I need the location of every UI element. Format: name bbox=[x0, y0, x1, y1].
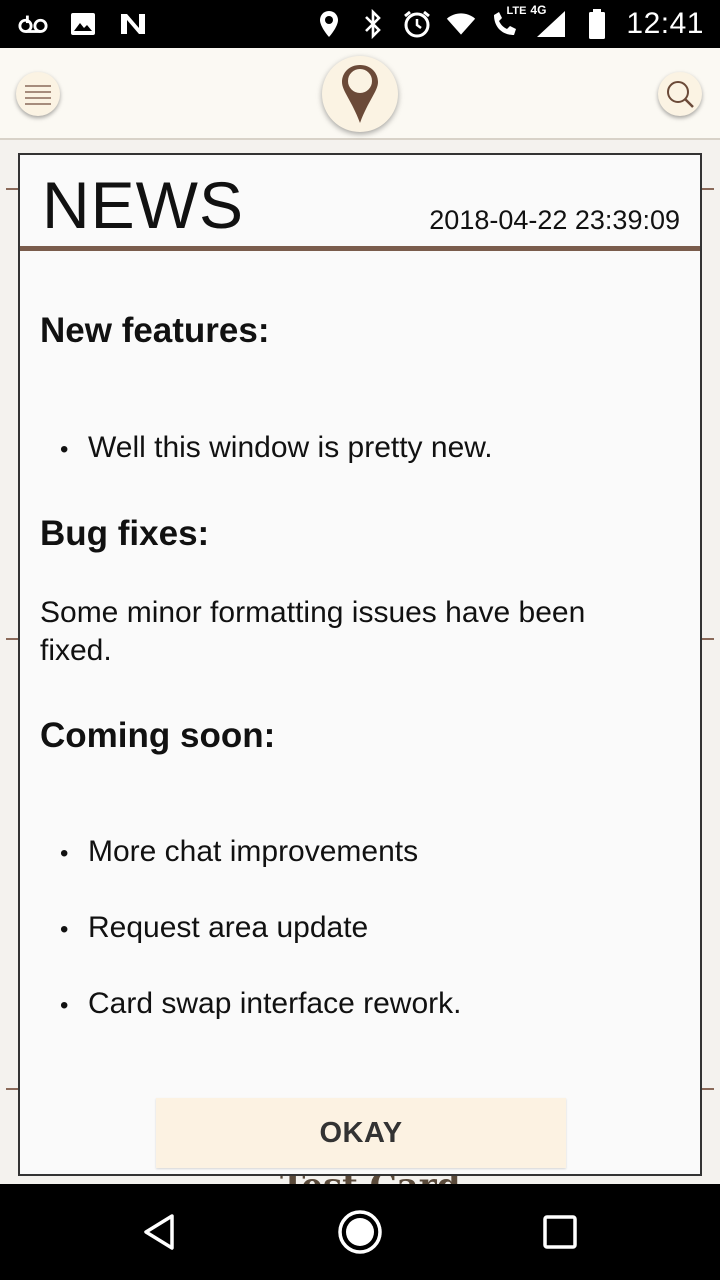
image-icon bbox=[68, 9, 98, 39]
dialog-header: NEWS 2018-04-22 23:39:09 bbox=[20, 155, 700, 251]
section-title-bug-fixes: Bug fixes: bbox=[40, 514, 210, 553]
clock-time: 12:41 bbox=[626, 7, 704, 40]
alarm-icon bbox=[402, 9, 432, 39]
okay-button[interactable]: OKAY bbox=[156, 1098, 566, 1168]
lte-call-icon: LTE bbox=[490, 5, 526, 39]
bug-fixes-text: Some minor formatting issues have been f… bbox=[40, 596, 586, 667]
lte-label: LTE bbox=[506, 5, 527, 17]
bluetooth-icon bbox=[358, 9, 388, 39]
dialog-date: 2018-04-22 23:39:09 bbox=[429, 205, 680, 235]
network-label: 4G bbox=[530, 3, 547, 17]
recents-icon bbox=[543, 1215, 577, 1249]
home-icon bbox=[338, 1210, 382, 1254]
menu-button[interactable] bbox=[16, 72, 60, 116]
logo-button[interactable] bbox=[322, 56, 398, 132]
section-title-coming-soon: Coming soon: bbox=[40, 716, 276, 755]
wifi-icon bbox=[446, 9, 476, 39]
n-icon bbox=[118, 9, 148, 39]
signal-4g-icon: 4G bbox=[530, 3, 568, 39]
background-card-divider bbox=[700, 638, 714, 640]
location-icon bbox=[314, 9, 344, 39]
status-bar: LTE 4G 12:41 bbox=[0, 0, 720, 48]
background-card-divider bbox=[700, 1088, 714, 1090]
back-button[interactable] bbox=[136, 1208, 184, 1256]
recents-button[interactable] bbox=[536, 1208, 584, 1256]
map-pin-icon bbox=[342, 65, 378, 123]
section-title-new-features: New features: bbox=[40, 311, 270, 350]
list-item: More chat improvements bbox=[60, 835, 418, 873]
battery-icon bbox=[582, 9, 612, 39]
news-dialog: NEWS 2018-04-22 23:39:09 New features: W… bbox=[18, 153, 702, 1176]
home-button[interactable] bbox=[336, 1208, 384, 1256]
background-card-divider bbox=[700, 188, 714, 190]
back-icon bbox=[144, 1214, 174, 1250]
system-nav-bar bbox=[0, 1184, 720, 1280]
voicemail-icon bbox=[18, 9, 48, 39]
hamburger-menu-icon bbox=[25, 85, 51, 105]
list-item: Card swap interface rework. bbox=[60, 987, 462, 1025]
list-item: Well this window is pretty new. bbox=[60, 431, 493, 469]
dialog-title: NEWS bbox=[42, 168, 244, 242]
app-topbar bbox=[0, 48, 720, 140]
list-item: Request area update bbox=[60, 911, 368, 949]
search-button[interactable] bbox=[658, 72, 702, 116]
search-icon bbox=[667, 81, 694, 108]
